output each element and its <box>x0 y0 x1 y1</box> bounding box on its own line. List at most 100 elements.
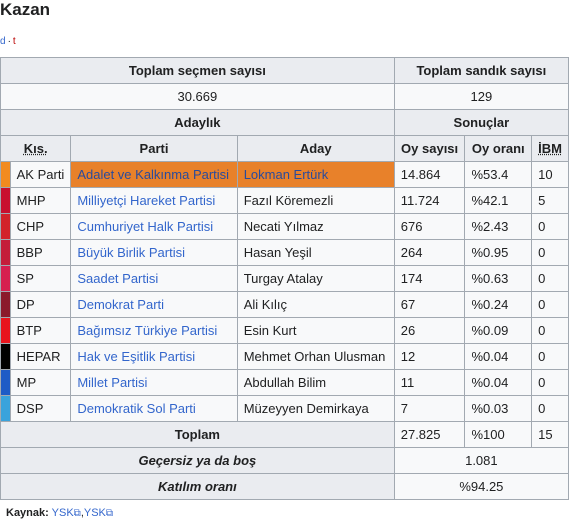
source-label: Kaynak: <box>6 507 49 519</box>
party-abbr: MP <box>9 369 72 396</box>
results-header: Sonuçlar <box>393 109 569 136</box>
candidate-cell: Lokman Ertürk <box>236 161 395 188</box>
table-row: MP Millet Partisi Abdullah Bilim 11 %0.0… <box>0 369 569 396</box>
votes-cell: 264 <box>393 239 466 266</box>
party-color-swatch <box>0 395 11 422</box>
total-voters-header: Toplam seçmen sayısı <box>0 57 395 84</box>
candidate-header: Aday <box>236 135 395 162</box>
ibm-cell: 5 <box>531 187 569 214</box>
candidate-cell: Fazıl Köremezli <box>236 187 395 214</box>
ibm-cell: 0 <box>531 213 569 240</box>
party-abbr: MHP <box>9 187 72 214</box>
votes-cell: 676 <box>393 213 466 240</box>
table-row: DSP Demokratik Sol Parti Müzeyyen Demirk… <box>0 395 569 422</box>
turnout-label: Katılım oranı <box>0 473 395 500</box>
ibm-cell: 10 <box>531 161 569 188</box>
candidate-cell: Abdullah Bilim <box>236 369 395 396</box>
total-boxes-value: 129 <box>393 83 569 110</box>
navbar-discuss-link[interactable]: d <box>0 36 6 47</box>
source-link-ysk-1[interactable]: YSK <box>52 507 74 519</box>
ibm-cell: 0 <box>531 317 569 344</box>
candidate-cell: Hasan Yeşil <box>236 239 395 266</box>
rate-cell: %2.43 <box>464 213 533 240</box>
table-row: MHP Milliyetçi Hareket Partisi Fazıl Kör… <box>0 187 569 214</box>
abbr-header[interactable]: Kıs. <box>0 135 72 162</box>
source-note: Kaynak: YSK⧉,YSK⧉ <box>6 506 113 521</box>
table-row: BBP Büyük Birlik Partisi Hasan Yeşil 264… <box>0 239 569 266</box>
party-link[interactable]: Adalet ve Kalkınma Partisi <box>77 167 229 182</box>
ibm-cell: 0 <box>531 369 569 396</box>
page-title: Kazan <box>0 0 51 19</box>
party-abbr: AK Parti <box>9 161 72 188</box>
candidate-cell: Mehmet Orhan Ulusman <box>236 343 395 370</box>
party-link[interactable]: Büyük Birlik Partisi <box>77 245 185 260</box>
table-row: CHP Cumhuriyet Halk Partisi Necati Yılma… <box>0 213 569 240</box>
invalid-label: Geçersiz ya da boş <box>0 447 395 474</box>
rate-cell: %53.4 <box>464 161 533 188</box>
rate-cell: %0.24 <box>464 291 533 318</box>
party-link[interactable]: Demokratik Sol Parti <box>77 401 195 416</box>
votes-cell: 26 <box>393 317 466 344</box>
table-row: SP Saadet Partisi Turgay Atalay 174 %0.6… <box>0 265 569 292</box>
party-name-cell: Millet Partisi <box>70 369 238 396</box>
party-link[interactable]: Milliyetçi Hareket Partisi <box>77 193 215 208</box>
votes-cell: 174 <box>393 265 466 292</box>
candidacy-header: Adaylık <box>0 109 395 136</box>
party-name-cell: Cumhuriyet Halk Partisi <box>70 213 238 240</box>
party-link[interactable]: Bağımsız Türkiye Partisi <box>77 323 217 338</box>
party-link[interactable]: Demokrat Parti <box>77 297 164 312</box>
party-abbr: DP <box>9 291 72 318</box>
party-name-cell: Büyük Birlik Partisi <box>70 239 238 266</box>
ibm-cell: 0 <box>531 395 569 422</box>
votes-cell: 14.864 <box>393 161 466 188</box>
candidate-link[interactable]: Lokman Ertürk <box>244 167 329 182</box>
navbar-edit-link[interactable]: t <box>13 36 16 47</box>
party-color-swatch <box>0 369 11 396</box>
party-name-cell: Milliyetçi Hareket Partisi <box>70 187 238 214</box>
ibm-header[interactable]: İBM <box>531 135 569 162</box>
party-color-swatch <box>0 161 11 188</box>
rate-cell: %0.04 <box>464 343 533 370</box>
vote-rate-header: Oy oranı <box>464 135 533 162</box>
rate-cell: %42.1 <box>464 187 533 214</box>
party-abbr: DSP <box>9 395 72 422</box>
ibm-cell: 0 <box>531 239 569 266</box>
table-row: BTP Bağımsız Türkiye Partisi Esin Kurt 2… <box>0 317 569 344</box>
party-name-cell: Saadet Partisi <box>70 265 238 292</box>
total-label: Toplam <box>0 421 395 448</box>
party-color-swatch <box>0 187 11 214</box>
ibm-cell: 0 <box>531 291 569 318</box>
party-color-swatch <box>0 317 11 344</box>
party-link[interactable]: Hak ve Eşitlik Partisi <box>77 349 195 364</box>
rate-cell: %0.03 <box>464 395 533 422</box>
source-link-ysk-2[interactable]: YSK <box>84 507 106 519</box>
votes-header: Oy sayısı <box>393 135 466 162</box>
table-row: HEPAR Hak ve Eşitlik Partisi Mehmet Orha… <box>0 343 569 370</box>
navbar: d · t <box>0 36 16 48</box>
party-link[interactable]: Saadet Partisi <box>77 271 158 286</box>
party-name-cell: Hak ve Eşitlik Partisi <box>70 343 238 370</box>
total-ibm: 15 <box>531 421 569 448</box>
total-votes: 27.825 <box>393 421 466 448</box>
party-name-cell: Demokrat Parti <box>70 291 238 318</box>
party-link[interactable]: Cumhuriyet Halk Partisi <box>77 219 213 234</box>
external-link-icon: ⧉ <box>105 508 114 519</box>
party-abbr: BTP <box>9 317 72 344</box>
candidate-cell: Necati Yılmaz <box>236 213 395 240</box>
party-link[interactable]: Millet Partisi <box>77 375 147 390</box>
candidate-cell: Müzeyyen Demirkaya <box>236 395 395 422</box>
turnout-value: %94.25 <box>393 473 569 500</box>
votes-cell: 11 <box>393 369 466 396</box>
table-row: AK Parti Adalet ve Kalkınma Partisi Lokm… <box>0 161 569 188</box>
party-abbr: CHP <box>9 213 72 240</box>
party-color-swatch <box>0 291 11 318</box>
navbar-separator: · <box>7 36 11 47</box>
party-name-cell: Bağımsız Türkiye Partisi <box>70 317 238 344</box>
ibm-cell: 0 <box>531 343 569 370</box>
candidate-cell: Turgay Atalay <box>236 265 395 292</box>
total-boxes-header: Toplam sandık sayısı <box>393 57 569 84</box>
party-name-cell: Adalet ve Kalkınma Partisi <box>70 161 238 188</box>
votes-cell: 67 <box>393 291 466 318</box>
rate-cell: %0.63 <box>464 265 533 292</box>
results-table: Toplam seçmen sayısı Toplam sandık sayıs… <box>0 57 569 500</box>
